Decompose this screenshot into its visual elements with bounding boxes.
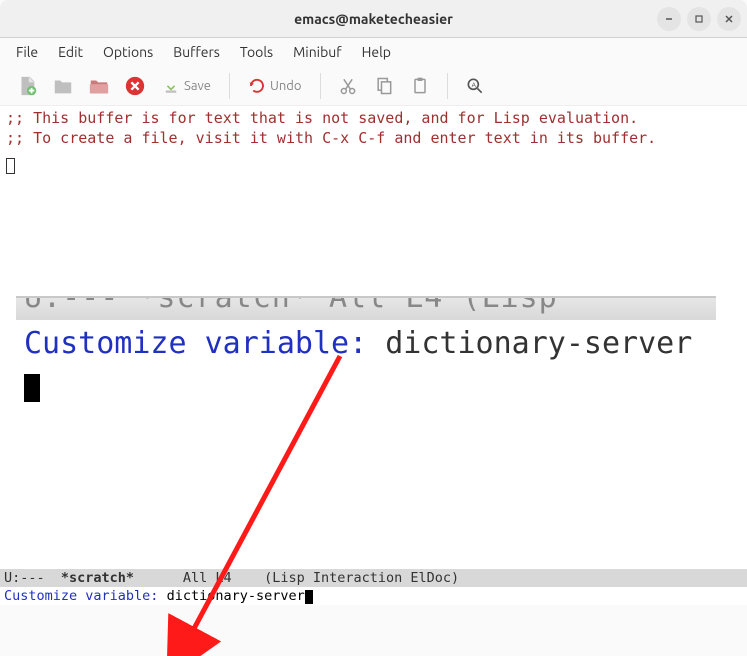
text-cursor (6, 158, 15, 174)
paste-button[interactable] (403, 69, 437, 103)
zoomed-cursor (24, 374, 40, 402)
close-file-button[interactable] (118, 69, 152, 103)
close-button[interactable] (717, 7, 741, 31)
zoomed-input: dictionary-server (385, 326, 692, 361)
window-controls (657, 7, 741, 31)
buffer-name: *scratch* (53, 570, 142, 586)
buffer-line: ;; This buffer is for text that is not s… (6, 108, 741, 128)
minibuffer-cursor (305, 590, 313, 604)
svg-text:A: A (471, 81, 476, 88)
menu-buffers[interactable]: Buffers (163, 40, 230, 64)
menu-tools[interactable]: Tools (230, 40, 283, 64)
open-folder-button[interactable] (46, 69, 80, 103)
toolbar-separator (320, 73, 321, 99)
editor-area[interactable]: ;; This buffer is for text that is not s… (0, 106, 747, 569)
search-button[interactable]: A (458, 69, 492, 103)
toolbar-separator (447, 73, 448, 99)
titlebar: emacs@maketecheasier (0, 0, 747, 38)
toolbar-separator (229, 73, 230, 99)
minimize-button[interactable] (657, 7, 681, 31)
menu-help[interactable]: Help (352, 40, 401, 64)
undo-label: Undo (270, 79, 302, 93)
zoomed-prompt: Customize variable: (24, 326, 385, 361)
menubar: File Edit Options Buffers Tools Minibuf … (0, 38, 747, 66)
minibuffer-input: dictionary-server (167, 588, 305, 604)
undo-button[interactable]: Undo (240, 69, 310, 103)
window-title: emacs@maketecheasier (294, 11, 453, 27)
zoomed-screenshot-overlay: U.--- *scratch* All L4 (Lisp Customize v… (16, 296, 716, 415)
save-button[interactable]: Save (154, 69, 219, 103)
menu-options[interactable]: Options (93, 40, 163, 64)
new-file-button[interactable] (10, 69, 44, 103)
zoomed-modeline: U.--- *scratch* All L4 (Lisp (16, 298, 716, 320)
maximize-button[interactable] (687, 7, 711, 31)
menu-edit[interactable]: Edit (48, 40, 93, 64)
minibuffer[interactable]: Customize variable: dictionary-server (0, 587, 747, 605)
zoomed-minibuffer: Customize variable: dictionary-server (16, 320, 716, 415)
menu-file[interactable]: File (6, 40, 48, 64)
toolbar: Save Undo A (0, 66, 747, 106)
cut-button[interactable] (331, 69, 365, 103)
open-recent-button[interactable] (82, 69, 116, 103)
minibuffer-prompt: Customize variable: (4, 588, 167, 604)
modeline[interactable]: U:--- *scratch* All L4 (Lisp Interaction… (0, 569, 747, 587)
copy-button[interactable] (367, 69, 401, 103)
save-label: Save (184, 79, 211, 93)
menu-minibuf[interactable]: Minibuf (283, 40, 351, 64)
buffer-line: ;; To create a file, visit it with C-x C… (6, 128, 741, 148)
